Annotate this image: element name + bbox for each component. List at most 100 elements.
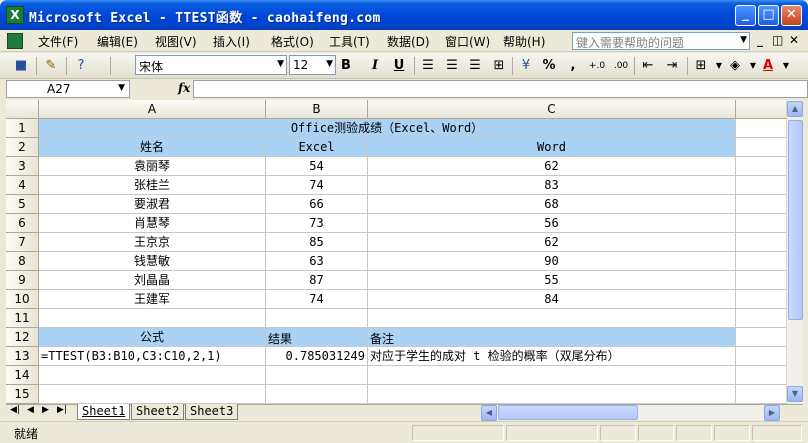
row-header[interactable]: 2 <box>6 138 39 157</box>
scroll-left-icon[interactable]: ◀ <box>481 405 497 421</box>
cell[interactable] <box>39 385 266 404</box>
data-cell-word[interactable]: 90 <box>368 252 736 271</box>
comma-button[interactable]: , <box>564 58 582 74</box>
select-all-corner[interactable] <box>6 100 39 119</box>
row-header[interactable]: 8 <box>6 252 39 271</box>
row-header[interactable]: 4 <box>6 176 39 195</box>
chevron-down-icon[interactable]: ▼ <box>740 35 747 45</box>
decrease-decimal-button[interactable]: .00 <box>610 58 632 74</box>
header-cell-result[interactable]: 结果 <box>266 328 368 347</box>
workbook-restore-button[interactable]: ◫ <box>772 33 783 47</box>
data-cell-word[interactable]: 83 <box>368 176 736 195</box>
data-cell-excel[interactable]: 63 <box>266 252 368 271</box>
row-header[interactable]: 9 <box>6 271 39 290</box>
data-cell-word[interactable]: 62 <box>368 157 736 176</box>
save-icon[interactable]: ■ <box>12 58 30 74</box>
cell[interactable] <box>266 385 368 404</box>
data-cell-excel[interactable]: 74 <box>266 290 368 309</box>
excel-app-icon[interactable]: X <box>6 6 24 24</box>
sheet-tab-sheet1[interactable]: Sheet1 <box>77 404 131 420</box>
cell[interactable] <box>266 366 368 385</box>
row-header[interactable]: 14 <box>6 366 39 385</box>
sheet-tab-sheet3[interactable]: Sheet3 <box>185 404 239 420</box>
data-cell-word[interactable]: 55 <box>368 271 736 290</box>
data-cell-excel[interactable]: 66 <box>266 195 368 214</box>
cell[interactable] <box>368 385 736 404</box>
column-header-a[interactable]: A <box>39 100 266 119</box>
font-name-select[interactable]: 宋体 ▼ <box>135 55 287 75</box>
header-cell-excel[interactable]: Excel <box>266 138 368 157</box>
row-header[interactable]: 11 <box>6 309 39 328</box>
formula-input[interactable] <box>193 80 808 98</box>
prev-sheet-icon[interactable]: ◀ <box>27 405 34 415</box>
decrease-indent-icon[interactable]: ⇤ <box>639 58 657 74</box>
increase-indent-icon[interactable]: ⇥ <box>663 58 681 74</box>
table-title-cell[interactable]: Office测验成绩（Excel、Word） <box>39 119 736 138</box>
header-cell-formula[interactable]: 公式 <box>39 328 266 347</box>
scroll-down-icon[interactable]: ▼ <box>787 386 803 402</box>
increase-decimal-button[interactable]: +.0 <box>586 58 608 74</box>
data-cell-excel[interactable]: 54 <box>266 157 368 176</box>
workbook-icon[interactable] <box>7 33 23 49</box>
data-cell-excel[interactable]: 87 <box>266 271 368 290</box>
row-header[interactable]: 10 <box>6 290 39 309</box>
chevron-down-icon[interactable]: ▼ <box>326 59 333 69</box>
chevron-down-icon[interactable]: ▼ <box>277 59 284 69</box>
chevron-down-icon[interactable]: ▼ <box>777 58 795 74</box>
workbook-close-button[interactable]: ✕ <box>789 33 799 47</box>
font-size-select[interactable]: 12 ▼ <box>289 55 336 75</box>
percent-button[interactable]: % <box>540 58 558 74</box>
menu-view[interactable]: 视图(V) <box>155 33 197 50</box>
merge-center-icon[interactable]: ⊞ <box>490 58 508 74</box>
chevron-down-icon[interactable]: ▼ <box>118 83 125 93</box>
close-button[interactable]: ✕ <box>781 5 802 26</box>
sheet-tab-sheet2[interactable]: Sheet2 <box>131 404 185 420</box>
horizontal-scrollbar[interactable]: ◀ ▶ <box>481 405 781 421</box>
horizontal-scroll-thumb[interactable] <box>498 405 638 420</box>
cell[interactable] <box>39 309 266 328</box>
row-header[interactable]: 7 <box>6 233 39 252</box>
header-cell-note[interactable]: 备注 <box>368 328 736 347</box>
maximize-button[interactable]: □ <box>758 5 779 26</box>
column-header-b[interactable]: B <box>266 100 368 119</box>
data-cell-name[interactable]: 要淑君 <box>39 195 266 214</box>
menu-insert[interactable]: 插入(I) <box>213 33 250 50</box>
align-center-icon[interactable]: ☰ <box>443 58 461 74</box>
italic-button[interactable]: I <box>366 58 384 74</box>
borders-icon[interactable]: ⊞ <box>692 58 710 74</box>
align-left-icon[interactable]: ☰ <box>419 58 437 74</box>
row-header[interactable]: 13 <box>6 347 39 366</box>
data-cell-name[interactable]: 肖慧琴 <box>39 214 266 233</box>
cell[interactable] <box>39 366 266 385</box>
menu-help[interactable]: 帮助(H) <box>503 33 545 50</box>
align-right-icon[interactable]: ☰ <box>466 58 484 74</box>
cell[interactable] <box>368 366 736 385</box>
data-cell-word[interactable]: 56 <box>368 214 736 233</box>
data-cell-word[interactable]: 84 <box>368 290 736 309</box>
header-cell-word[interactable]: Word <box>368 138 736 157</box>
bold-button[interactable]: B <box>337 58 355 74</box>
name-box[interactable]: A27 ▼ <box>6 80 130 98</box>
workbook-minimize-button[interactable]: _ <box>757 33 763 47</box>
data-cell-word[interactable]: 62 <box>368 233 736 252</box>
font-color-button[interactable]: A <box>759 58 777 74</box>
vertical-scrollbar[interactable]: ▲ ▼ <box>786 100 803 404</box>
fill-color-icon[interactable]: ◈ <box>726 58 744 74</box>
data-cell-excel[interactable]: 85 <box>266 233 368 252</box>
menu-format[interactable]: 格式(O) <box>271 33 314 50</box>
data-cell-excel[interactable]: 74 <box>266 176 368 195</box>
menu-data[interactable]: 数据(D) <box>387 33 430 50</box>
first-sheet-icon[interactable]: ◀| <box>10 405 20 415</box>
result-cell[interactable]: 0.785031249 <box>266 347 368 366</box>
vertical-scroll-thumb[interactable] <box>788 120 803 320</box>
spreadsheet-grid[interactable]: A B C 1 2 3 4 5 6 7 8 9 10 11 12 13 14 1… <box>6 100 796 404</box>
data-cell-name[interactable]: 钱慧敏 <box>39 252 266 271</box>
menu-tools[interactable]: 工具(T) <box>329 33 370 50</box>
menu-file[interactable]: 文件(F) <box>38 33 78 50</box>
last-sheet-icon[interactable]: ▶| <box>57 405 67 415</box>
currency-button[interactable]: ¥ <box>517 58 535 74</box>
cell[interactable] <box>368 309 736 328</box>
data-cell-name[interactable]: 刘晶晶 <box>39 271 266 290</box>
row-header[interactable]: 5 <box>6 195 39 214</box>
menu-window[interactable]: 窗口(W) <box>445 33 490 50</box>
